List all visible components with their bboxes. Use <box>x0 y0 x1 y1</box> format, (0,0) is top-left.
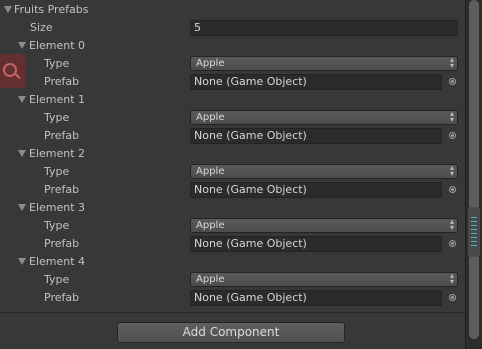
element-4-label: Element 4 <box>29 255 86 268</box>
element-1-foldout[interactable]: Element 1 <box>0 91 465 109</box>
prefab-label: Prefab <box>44 75 80 88</box>
grip-line <box>471 229 477 230</box>
element-3-type-dropdown[interactable]: Apple ▴ ▾ <box>190 218 458 233</box>
grip-line <box>471 225 477 226</box>
element-0-prefab-row: Prefab None (Game Object) <box>0 73 465 91</box>
object-picker-icon[interactable] <box>449 294 456 301</box>
up-down-arrows-icon: ▴ ▾ <box>449 163 454 178</box>
scrollbar-grip[interactable] <box>468 207 480 257</box>
object-picker-icon[interactable] <box>449 186 456 193</box>
type-label: Type <box>44 273 70 286</box>
element-3-label: Element 3 <box>29 201 86 214</box>
up-down-arrows-icon: ▴ ▾ <box>449 271 454 286</box>
divider <box>0 312 465 313</box>
grip-line <box>471 241 477 242</box>
element-4-prefab-field[interactable]: None (Game Object) <box>190 290 442 306</box>
element-1-type-value: Apple <box>196 112 225 123</box>
element-2-foldout[interactable]: Element 2 <box>0 145 465 163</box>
element-1-prefab-row: Prefab None (Game Object) <box>0 127 465 145</box>
element-2-label: Element 2 <box>29 147 86 160</box>
element-3-type-row: Type Apple ▴ ▾ <box>0 217 465 235</box>
element-1-type-row: Type Apple ▴ ▾ <box>0 109 465 127</box>
prefab-label: Prefab <box>44 237 80 250</box>
grip-line <box>471 245 477 246</box>
fruits-prefabs-label: Fruits Prefabs <box>14 3 89 16</box>
triangle-down-icon[interactable] <box>4 6 12 13</box>
type-label: Type <box>44 57 70 70</box>
add-component-button[interactable]: Add Component <box>117 322 345 343</box>
element-2-type-value: Apple <box>196 166 225 177</box>
triangle-down-icon[interactable] <box>18 150 26 157</box>
element-0-foldout[interactable]: Element 0 <box>0 37 465 55</box>
element-1-type-dropdown[interactable]: Apple ▴ ▾ <box>190 110 458 125</box>
element-3-foldout[interactable]: Element 3 <box>0 199 465 217</box>
grip-line <box>471 217 477 218</box>
element-4-foldout[interactable]: Element 4 <box>0 253 465 271</box>
element-0-type-row: Type Apple ▴ ▾ <box>0 55 465 73</box>
object-picker-icon[interactable] <box>449 132 456 139</box>
triangle-down-icon[interactable] <box>18 258 26 265</box>
triangle-down-icon[interactable] <box>18 42 26 49</box>
element-4-type-row: Type Apple ▴ ▾ <box>0 271 465 289</box>
scrollbar-thumb[interactable] <box>469 0 479 339</box>
up-down-arrows-icon: ▴ ▾ <box>449 55 454 70</box>
element-2-type-dropdown[interactable]: Apple ▴ ▾ <box>190 164 458 179</box>
element-2-prefab-field[interactable]: None (Game Object) <box>190 182 442 198</box>
size-label: Size <box>30 21 53 34</box>
object-picker-icon[interactable] <box>449 240 456 247</box>
element-2-type-row: Type Apple ▴ ▾ <box>0 163 465 181</box>
element-0-type-value: Apple <box>196 58 225 69</box>
size-input[interactable]: 5 <box>190 20 458 36</box>
type-label: Type <box>44 165 70 178</box>
element-3-prefab-field[interactable]: None (Game Object) <box>190 236 442 252</box>
element-3-prefab-row: Prefab None (Game Object) <box>0 235 465 253</box>
inspector-panel: Fruits Prefabs Size 5 Element 0 Type App… <box>0 0 482 349</box>
element-4-type-value: Apple <box>196 274 225 285</box>
grip-line <box>471 221 477 222</box>
fruits-prefabs-row[interactable]: Fruits Prefabs <box>0 1 465 19</box>
vertical-scrollbar[interactable] <box>465 0 482 349</box>
type-label: Type <box>44 111 70 124</box>
prefab-label: Prefab <box>44 129 80 142</box>
prefab-label: Prefab <box>44 183 80 196</box>
type-label: Type <box>44 219 70 232</box>
magnifier-handle <box>14 72 21 80</box>
element-0-label: Element 0 <box>29 39 86 52</box>
element-4-type-dropdown[interactable]: Apple ▴ ▾ <box>190 272 458 287</box>
up-down-arrows-icon: ▴ ▾ <box>449 109 454 124</box>
grip-line <box>471 233 477 234</box>
prefab-label: Prefab <box>44 291 80 304</box>
object-picker-icon[interactable] <box>449 78 456 85</box>
element-3-type-value: Apple <box>196 220 225 231</box>
element-0-prefab-field[interactable]: None (Game Object) <box>190 74 442 90</box>
search-overlay[interactable] <box>0 54 26 88</box>
element-1-prefab-field[interactable]: None (Game Object) <box>190 128 442 144</box>
element-0-type-dropdown[interactable]: Apple ▴ ▾ <box>190 56 458 71</box>
grip-line <box>471 237 477 238</box>
triangle-down-icon[interactable] <box>18 204 26 211</box>
element-1-label: Element 1 <box>29 93 86 106</box>
element-4-prefab-row: Prefab None (Game Object) <box>0 289 465 307</box>
up-down-arrows-icon: ▴ ▾ <box>449 217 454 232</box>
size-row: Size 5 <box>0 19 465 37</box>
triangle-down-icon[interactable] <box>18 96 26 103</box>
element-2-prefab-row: Prefab None (Game Object) <box>0 181 465 199</box>
